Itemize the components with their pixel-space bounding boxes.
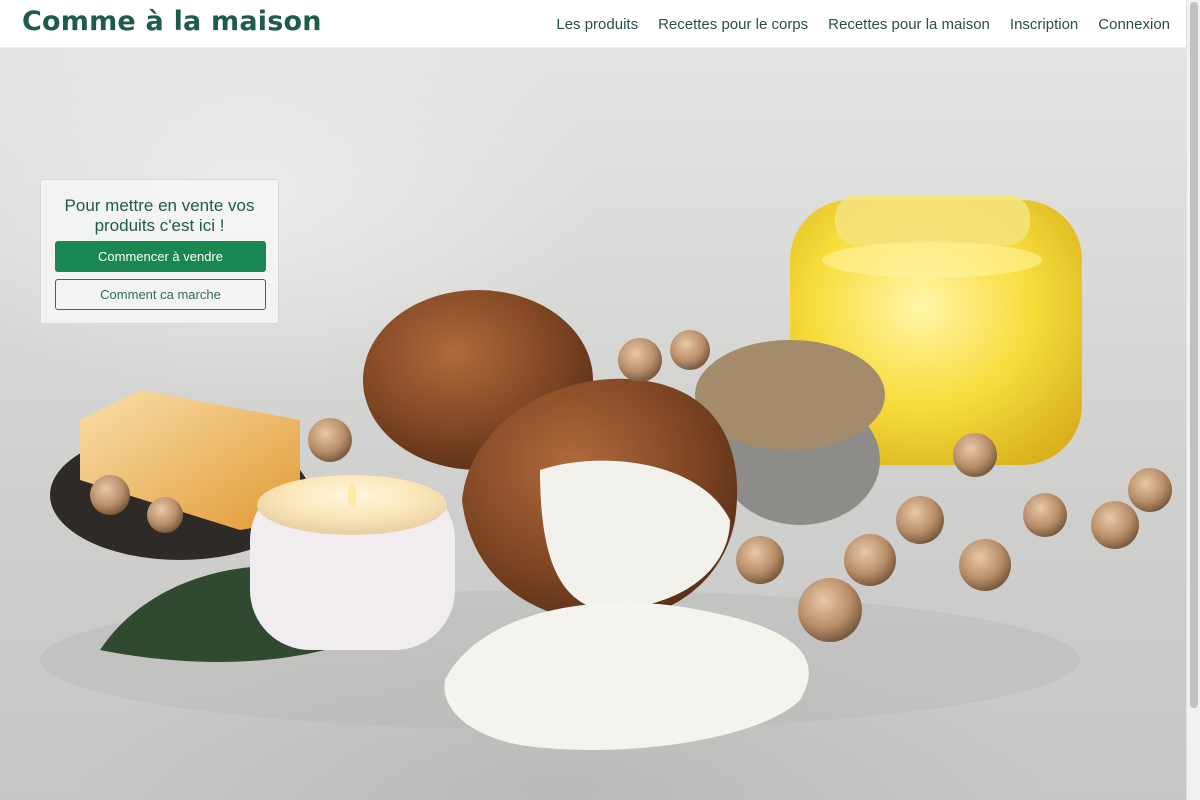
brand-logo[interactable]: Comme à la maison (22, 6, 322, 37)
nav-link-connexion[interactable]: Connexion (1098, 16, 1170, 33)
hero-section: Pour mettre en vente vos produits c'est … (0, 48, 1186, 800)
nav-link-recettes-maison[interactable]: Recettes pour la maison (828, 16, 990, 33)
page-scrollbar[interactable] (1186, 0, 1200, 800)
nav-link-inscription[interactable]: Inscription (1010, 16, 1078, 33)
how-it-works-button[interactable]: Comment ca marche (55, 279, 266, 310)
nav-link-recettes-corps[interactable]: Recettes pour le corps (658, 16, 808, 33)
sell-card: Pour mettre en vente vos produits c'est … (40, 179, 279, 324)
sell-card-title: Pour mettre en vente vos produits c'est … (64, 196, 255, 235)
start-selling-button[interactable]: Commencer à vendre (55, 241, 266, 272)
nav-link-produits[interactable]: Les produits (556, 16, 638, 33)
nav-links: Les produits Recettes pour le corps Rece… (556, 0, 1170, 48)
navbar: Comme à la maison Les produits Recettes … (0, 0, 1186, 48)
scrollbar-thumb[interactable] (1190, 2, 1198, 708)
hero-image (40, 195, 1172, 750)
